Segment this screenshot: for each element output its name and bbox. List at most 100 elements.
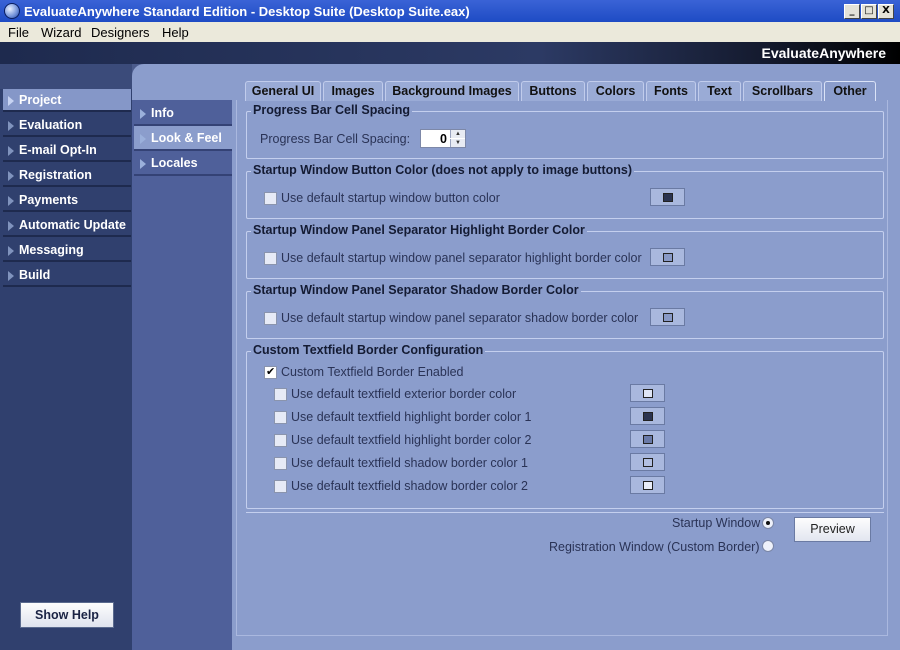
progress-spacing-label: Progress Bar Cell Spacing:	[260, 132, 411, 146]
nav-item-registration[interactable]: Registration	[3, 164, 131, 187]
button-color-swatch[interactable]	[650, 188, 685, 206]
title-bar: EvaluateAnywhere Standard Edition - Desk…	[0, 0, 900, 22]
triangle-right-icon	[8, 146, 14, 156]
custom-textfield-border-checkbox[interactable]	[264, 365, 277, 379]
textfield-exterior-label: Use default textfield exterior border co…	[291, 387, 517, 401]
app-icon[interactable]	[4, 3, 20, 19]
color-chip	[643, 458, 653, 467]
textfield-shadow1-checkbox[interactable]	[274, 457, 287, 470]
textfield-shadow2-swatch[interactable]	[630, 476, 665, 494]
triangle-right-icon	[140, 109, 146, 119]
nav-label: E-mail Opt-In	[19, 143, 97, 157]
textfield-highlight2-swatch[interactable]	[630, 430, 665, 448]
triangle-right-icon	[8, 221, 14, 231]
triangle-right-icon	[140, 134, 146, 144]
registration-window-radio[interactable]	[762, 540, 774, 552]
spin-up-icon[interactable]: ▲	[450, 130, 465, 138]
triangle-right-icon	[8, 196, 14, 206]
tab-scrollbars[interactable]: Scrollbars	[743, 81, 822, 101]
color-chip	[663, 313, 673, 322]
textfield-highlight2-label: Use default textfield highlight border c…	[291, 433, 532, 447]
divider	[246, 512, 884, 513]
textfield-highlight1-checkbox[interactable]	[274, 411, 287, 424]
tab-text[interactable]: Text	[698, 81, 741, 101]
tab-fonts[interactable]: Fonts	[646, 81, 696, 101]
tab-other[interactable]: Other	[824, 81, 876, 101]
custom-textfield-border-label: Custom Textfield Border Enabled	[281, 365, 464, 379]
startup-window-radio[interactable]	[762, 517, 774, 529]
sub-nav-panel	[132, 100, 232, 650]
nav-item-project[interactable]: Project	[3, 89, 131, 112]
menu-help[interactable]: Help	[162, 25, 189, 40]
nav-label: Messaging	[19, 243, 84, 257]
textfield-highlight1-label: Use default textfield highlight border c…	[291, 410, 532, 424]
default-shadow-color-checkbox[interactable]	[264, 312, 277, 325]
color-chip	[663, 193, 673, 202]
menu-designers[interactable]: Designers	[91, 25, 150, 40]
highlight-color-swatch[interactable]	[650, 248, 685, 266]
nav-label: Project	[19, 93, 62, 107]
group-title: Startup Window Panel Separator Shadow Bo…	[251, 283, 581, 297]
nav-item-email-opt-in[interactable]: E-mail Opt-In	[3, 139, 131, 162]
textfield-exterior-swatch[interactable]	[630, 384, 665, 402]
triangle-right-icon	[8, 96, 14, 106]
group-textfield-border: Custom Textfield Border Configuration Cu…	[246, 343, 884, 509]
menu-wizard[interactable]: Wizard	[41, 25, 81, 40]
default-button-color-label: Use default startup window button color	[281, 191, 500, 205]
show-help-button[interactable]: Show Help	[20, 602, 114, 628]
textfield-exterior-checkbox[interactable]	[274, 388, 287, 401]
tab-buttons[interactable]: Buttons	[521, 81, 585, 101]
subnav-item-locales[interactable]: Locales	[134, 151, 232, 176]
textfield-highlight2-checkbox[interactable]	[274, 434, 287, 447]
triangle-right-icon	[8, 271, 14, 281]
subnav-label: Info	[151, 106, 174, 120]
nav-item-evaluation[interactable]: Evaluation	[3, 114, 131, 137]
shadow-color-swatch[interactable]	[650, 308, 685, 326]
color-chip	[643, 412, 653, 421]
group-title: Progress Bar Cell Spacing	[251, 103, 413, 117]
triangle-right-icon	[8, 246, 14, 256]
nav-label: Payments	[19, 193, 79, 207]
textfield-highlight1-swatch[interactable]	[630, 407, 665, 425]
nav-item-payments[interactable]: Payments	[3, 189, 131, 212]
color-chip	[643, 389, 653, 398]
nav-item-build[interactable]: Build	[3, 264, 131, 287]
nav-item-automatic-update[interactable]: Automatic Update	[3, 214, 131, 237]
nav-item-messaging[interactable]: Messaging	[3, 239, 131, 262]
tab-general-ui[interactable]: General UI	[245, 81, 321, 101]
subnav-item-look-and-feel[interactable]: Look & Feel	[134, 126, 232, 151]
default-button-color-checkbox[interactable]	[264, 192, 277, 205]
registration-window-label: Registration Window (Custom Border)	[549, 540, 760, 554]
tab-colors[interactable]: Colors	[587, 81, 644, 101]
subnav-label: Locales	[151, 156, 198, 170]
close-button[interactable]: X	[878, 4, 894, 19]
group-title: Custom Textfield Border Configuration	[251, 343, 486, 357]
minimize-button[interactable]: _	[844, 4, 860, 19]
group-button-color: Startup Window Button Color (does not ap…	[246, 163, 884, 219]
progress-spacing-spinner[interactable]: 0 ▲ ▼	[420, 129, 466, 148]
triangle-right-icon	[8, 171, 14, 181]
group-progress-bar: Progress Bar Cell Spacing Progress Bar C…	[246, 103, 884, 159]
subnav-item-info[interactable]: Info	[134, 101, 232, 126]
textfield-shadow1-swatch[interactable]	[630, 453, 665, 471]
triangle-right-icon	[8, 121, 14, 131]
default-shadow-color-label: Use default startup window panel separat…	[281, 311, 639, 325]
textfield-shadow2-checkbox[interactable]	[274, 480, 287, 493]
menu-file[interactable]: File	[8, 25, 29, 40]
nav-label: Evaluation	[19, 118, 83, 132]
group-shadow-border: Startup Window Panel Separator Shadow Bo…	[246, 283, 884, 339]
preview-button[interactable]: Preview	[794, 517, 871, 542]
brand-logo-text: EvaluateAnywhere	[761, 45, 887, 61]
default-highlight-color-checkbox[interactable]	[264, 252, 277, 265]
group-highlight-border: Startup Window Panel Separator Highlight…	[246, 223, 884, 279]
window-title: EvaluateAnywhere Standard Edition - Desk…	[24, 4, 470, 19]
brand-banner: EvaluateAnywhere	[0, 42, 900, 64]
tab-images[interactable]: Images	[323, 81, 383, 101]
tab-background-images[interactable]: Background Images	[385, 81, 519, 101]
color-chip	[643, 435, 653, 444]
maximize-button[interactable]: □	[861, 4, 877, 19]
color-chip	[643, 481, 653, 490]
spin-down-icon[interactable]: ▼	[450, 139, 465, 147]
color-chip	[663, 253, 673, 262]
menu-bar: File Wizard Designers Help	[0, 22, 900, 42]
